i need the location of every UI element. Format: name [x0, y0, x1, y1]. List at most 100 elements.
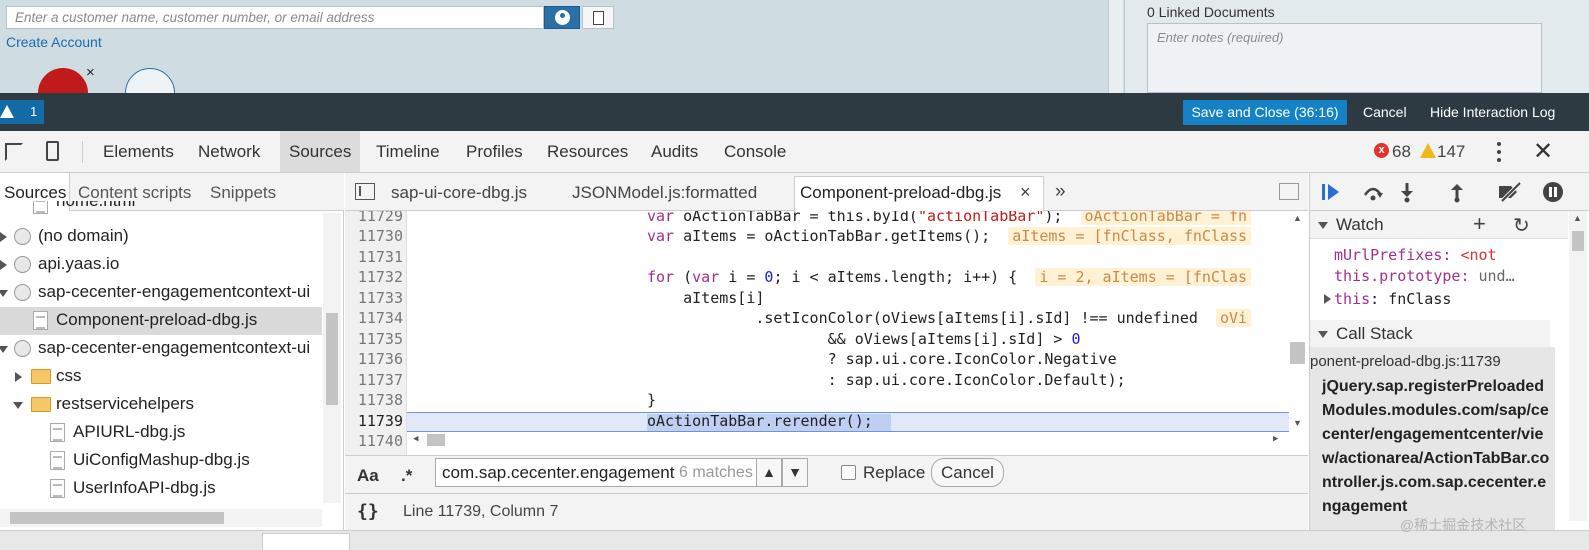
watch-expression[interactable]: this.prototype: und…	[1334, 267, 1515, 285]
line-number-current[interactable]: 11739	[345, 412, 403, 430]
cancel-search-button[interactable]: Cancel	[931, 458, 1004, 487]
tab-network[interactable]: Network	[198, 142, 260, 162]
warning-badge[interactable]: 1	[0, 100, 44, 124]
expand-icon[interactable]	[1324, 294, 1331, 304]
line-number[interactable]: 11730	[345, 227, 403, 245]
tab-resources[interactable]: Resources	[547, 142, 628, 162]
code-line[interactable]: && oViews[aItems[i].sId] > 0	[647, 330, 1081, 348]
tree-item-file[interactable]: UiConfigMashup-dbg.js	[0, 447, 322, 475]
toggle-sidebar-icon[interactable]	[1279, 183, 1299, 200]
call-frame-function[interactable]: jQuery.sap.registerPreloadedModules.modu…	[1322, 375, 1554, 519]
inspect-element-icon[interactable]	[5, 143, 23, 161]
editor-vertical-scrollbar[interactable]: ▲ ▼	[1289, 211, 1307, 455]
editor-tab-component-preload[interactable]: Component-preload-dbg.js ×	[794, 176, 1044, 212]
device-mode-icon[interactable]	[46, 141, 59, 161]
pretty-print-button[interactable]: {}	[357, 501, 379, 522]
step-into-icon[interactable]	[1396, 181, 1418, 203]
create-account-link[interactable]: Create Account	[6, 34, 102, 50]
scrollbar-thumb[interactable]	[1290, 342, 1305, 364]
tree-item-file[interactable]: home.html	[0, 201, 322, 217]
customer-search-input[interactable]: Enter a customer name, customer number, …	[6, 6, 544, 29]
tab-console[interactable]: Console	[724, 142, 786, 162]
line-number[interactable]: 11738	[345, 391, 403, 409]
more-options-icon[interactable]	[1497, 142, 1501, 162]
code-line[interactable]: : sap.ui.core.IconColor.Default);	[647, 371, 1126, 389]
replace-label[interactable]: Replace	[863, 463, 925, 483]
save-and-close-button[interactable]: Save and Close (36:16)	[1183, 100, 1347, 125]
scrollbar-thumb[interactable]	[326, 313, 338, 405]
step-over-icon[interactable]	[1362, 181, 1384, 203]
editor-horizontal-scrollbar[interactable]: ◀ ▶	[407, 432, 1287, 448]
cancel-button[interactable]: Cancel	[1363, 104, 1407, 120]
code-line-current[interactable]: oActionTabBar.rerender();	[647, 412, 873, 430]
copy-button[interactable]	[582, 6, 614, 29]
line-number[interactable]: 11736	[345, 350, 403, 368]
close-tab-icon[interactable]: ×	[1020, 182, 1031, 203]
watch-expression[interactable]: this: fnClass	[1324, 290, 1451, 308]
line-number[interactable]: 11732	[345, 268, 403, 286]
previous-match-button[interactable]: ▲	[756, 458, 782, 487]
line-number[interactable]: 11731	[345, 248, 403, 266]
scroll-left-icon[interactable]: ◀	[413, 434, 418, 444]
add-watch-icon[interactable]: +	[1473, 211, 1486, 237]
avatar-close-icon[interactable]: ×	[86, 64, 95, 81]
call-stack-section-header[interactable]: Call Stack	[1310, 320, 1550, 348]
code-line[interactable]: for (var i = 0; i < aItems.length; i++) …	[647, 268, 1252, 286]
watch-expression[interactable]: mUrlPrefixes: <not	[1334, 246, 1497, 264]
scrollbar-thumb[interactable]	[1572, 231, 1584, 251]
scrollbar-thumb[interactable]	[10, 512, 224, 524]
watch-section-header[interactable]: Watch + ↻	[1310, 211, 1568, 239]
code-line[interactable]: }	[647, 391, 656, 409]
line-number[interactable]: 11735	[345, 330, 403, 348]
close-devtools-icon[interactable]: ✕	[1533, 137, 1553, 166]
avatar-blank[interactable]	[125, 68, 175, 93]
tree-item-domain[interactable]: api.yaas.io	[0, 251, 322, 279]
notes-textarea[interactable]: Enter notes (required)	[1147, 23, 1542, 93]
code-line[interactable]: aItems[i]	[647, 289, 764, 307]
match-case-toggle[interactable]: Aa	[357, 466, 379, 486]
scroll-up-icon[interactable]: ▲	[1573, 213, 1582, 223]
code-line[interactable]: .setIconColor(oViews[aItems[i].sId] !== …	[647, 309, 1252, 327]
tree-item-domain[interactable]: sap-cecenter-engagementcontext-ui	[0, 279, 322, 307]
navigator-horizontal-scrollbar[interactable]	[0, 509, 322, 527]
more-tabs-icon[interactable]: »	[1055, 181, 1066, 203]
resume-icon[interactable]	[1320, 181, 1342, 203]
tab-elements[interactable]: Elements	[103, 142, 174, 162]
pause-on-exceptions-icon[interactable]	[1542, 181, 1564, 203]
tab-audits[interactable]: Audits	[651, 142, 698, 162]
scroll-right-icon[interactable]: ▶	[1273, 434, 1278, 444]
tab-timeline[interactable]: Timeline	[376, 142, 440, 162]
toggle-navigator-icon[interactable]	[355, 183, 375, 200]
warning-count[interactable]: 147	[1437, 142, 1465, 162]
replace-checkbox[interactable]	[841, 465, 856, 480]
line-number[interactable]: 11733	[345, 289, 403, 307]
regex-toggle[interactable]: .*	[401, 466, 412, 486]
app-scrollbar[interactable]	[1108, 0, 1123, 93]
tab-sources[interactable]: Sources	[289, 142, 351, 162]
hide-interaction-log-button[interactable]: Hide Interaction Log	[1430, 104, 1555, 120]
line-number[interactable]: 11740	[345, 432, 403, 450]
tree-item-domain[interactable]: (no domain)	[0, 223, 322, 251]
code-line[interactable]: ? sap.ui.core.IconColor.Negative	[647, 350, 1117, 368]
code-line[interactable]: var aItems = oActionTabBar.getItems(); a…	[647, 227, 1252, 245]
tree-item-file[interactable]: UserInfoAPI-dbg.js	[0, 475, 322, 503]
tree-item-file[interactable]: APIURL-dbg.js	[0, 419, 322, 447]
avatar-red[interactable]	[38, 68, 88, 93]
navigator-tab-content-scripts[interactable]: Content scripts	[78, 183, 191, 203]
tree-item-domain[interactable]: sap-cecenter-engagementcontext-ui	[0, 335, 322, 363]
tree-item-folder[interactable]: restservicehelpers	[0, 391, 322, 419]
code-line[interactable]: var oActionTabBar = this.byId("actionTab…	[647, 211, 1252, 225]
tab-profiles[interactable]: Profiles	[466, 142, 523, 162]
deactivate-breakpoints-icon[interactable]	[1496, 181, 1526, 203]
step-out-icon[interactable]	[1446, 181, 1468, 203]
tree-item-file-selected[interactable]: Component-preload-dbg.js	[0, 307, 322, 335]
code-area[interactable]: 11729 var oActionTabBar = this.byId("act…	[345, 211, 1290, 455]
error-icon[interactable]: x	[1374, 143, 1389, 158]
sidebar-vertical-scrollbar[interactable]: ▲	[1569, 211, 1587, 521]
tree-item-folder[interactable]: css	[0, 363, 322, 391]
customer-search-button[interactable]	[544, 6, 580, 29]
error-count[interactable]: 68	[1392, 142, 1411, 162]
line-number[interactable]: 11729	[345, 211, 403, 225]
warning-icon[interactable]	[1420, 143, 1436, 158]
editor-tab-sap-ui-core[interactable]: sap-ui-core-dbg.js	[391, 183, 527, 203]
